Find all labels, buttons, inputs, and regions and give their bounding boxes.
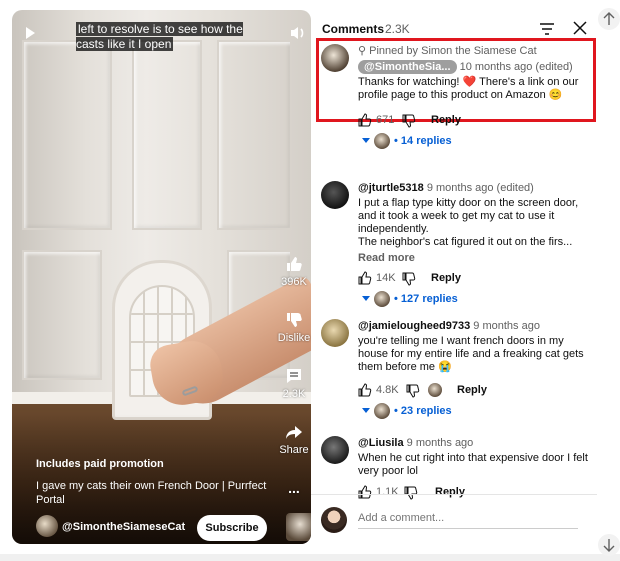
comment-time[interactable]: 9 months ago [473,320,540,332]
avatar[interactable] [321,44,349,72]
like-count: 671 [376,114,395,126]
replies-count: • 23 replies [394,405,452,417]
user-avatar[interactable] [321,507,347,533]
avatar[interactable] [321,319,349,347]
replies-toggle[interactable]: • 127 replies [358,291,588,310]
volume-icon[interactable] [288,23,308,43]
chevron-down-icon [362,138,370,143]
add-comment-input[interactable] [358,507,578,529]
reply-button[interactable]: Reply [457,384,487,396]
comment-text: Thanks for watching! ❤️ There's a link o… [358,76,579,101]
comments-title: Comments [322,22,385,36]
reply-avatar [374,403,390,419]
comment-body: ⚲ Pinned by Simon the Siamese Cat @Simon… [358,44,588,152]
thumbs-up-icon[interactable] [358,383,372,397]
door-panel [22,250,102,380]
arrow-down-icon [603,539,615,552]
comments-panel: Comments 2.3K ⚲ Pinned by Simon the Siam… [311,10,597,544]
share-button[interactable]: Share [270,422,311,456]
paid-promotion-label[interactable]: Includes paid promotion [36,458,164,470]
comment-author[interactable]: @SimontheSia... [358,60,457,74]
comment-body: @jamielougheed9733 9 months ago you're t… [358,319,588,422]
more-icon: ... [288,480,300,496]
comment-body: @jturtle5318 9 months ago (edited) I put… [358,181,588,310]
reply-avatar [374,133,390,149]
pinned-label: ⚲ Pinned by Simon the Siamese Cat [358,45,537,57]
comment-text-continued: The neighbor's cat figured it out on the… [358,236,573,248]
door-panel [217,40,292,230]
comment-time[interactable]: 9 months ago [407,437,474,449]
like-button[interactable]: 396K [270,254,311,288]
avatar[interactable] [321,181,349,209]
video-caption: left to resolve is to see how the casts … [76,22,243,51]
heart-icon: ❤️ [462,76,477,88]
play-icon[interactable] [26,27,35,39]
avatar[interactable] [321,436,349,464]
more-button[interactable]: ... [270,480,311,496]
thumbs-down-icon[interactable] [402,114,416,128]
thumbs-up-icon [287,257,302,271]
comment-author[interactable]: @jamielougheed9733 [358,320,470,332]
replies-count: • 14 replies [394,135,452,147]
replies-count: • 127 replies [394,293,458,305]
thumbs-up-icon[interactable] [358,271,372,285]
door-panel [22,40,112,230]
next-video-button[interactable] [598,534,620,556]
comment-body: @Liusila 9 months ago When he cut right … [358,436,588,502]
reply-button[interactable]: Reply [431,114,461,126]
channel-name[interactable]: @SimontheSiameseCat [62,521,185,533]
previous-video-button[interactable] [598,8,620,30]
read-more-link[interactable]: Read more [358,252,588,264]
share-label: Share [279,444,309,456]
comment-icon [287,369,301,383]
like-count: 14K [376,272,396,284]
creator-heart-avatar [428,383,442,397]
comment-time[interactable]: 9 months ago (edited) [427,182,534,194]
comment-actions: 14K Reply [358,270,588,288]
comment-author[interactable]: @jturtle5318 [358,182,424,194]
chevron-down-icon [362,296,370,301]
channel-avatar[interactable] [36,515,58,537]
share-icon [286,426,302,439]
dislike-button[interactable]: Dislike [270,310,311,344]
sort-icon[interactable] [539,22,555,36]
comment-meta: @Liusila 9 months ago [358,436,588,450]
close-icon[interactable] [572,20,588,36]
arrow-up-icon [603,12,615,25]
add-comment-bar [311,494,597,544]
door-panel [132,40,202,230]
comments-button[interactable]: 2.3K [270,366,311,400]
comment-meta: @SimontheSia... 10 months ago (edited) [358,60,588,74]
video-player[interactable]: left to resolve is to see how the casts … [12,10,311,544]
dislike-label: Dislike [277,332,311,344]
like-count: 396K [281,276,307,288]
like-count: 4.8K [376,384,399,396]
replies-toggle[interactable]: • 23 replies [358,403,588,422]
thumbs-down-icon [287,313,302,327]
replies-toggle[interactable]: • 14 replies [358,133,588,152]
reply-button[interactable]: Reply [431,272,461,284]
thumbs-up-icon[interactable] [358,113,372,127]
comments-count: 2.3K [282,388,306,400]
comments-count-header: 2.3K [385,22,410,36]
sound-thumbnail[interactable] [286,513,311,541]
thumbs-down-icon[interactable] [406,384,420,398]
comment-actions: 671 Reply [358,112,588,130]
shorts-page: left to resolve is to see how the casts … [0,0,620,556]
comment-actions: 4.8K Reply [358,382,588,400]
comment-time[interactable]: 10 months ago (edited) [460,61,573,73]
comment-text: I put a flap type kitty door on the scre… [358,197,579,235]
comment-author[interactable]: @Liusila [358,437,404,449]
comment-meta: @jamielougheed9733 9 months ago [358,319,588,333]
video-title: I gave my cats their own French Door | P… [36,480,267,506]
chevron-down-icon [362,408,370,413]
comment-text: When he cut right into that expensive do… [358,452,588,477]
reply-avatar [374,291,390,307]
thumbs-down-icon[interactable] [402,272,416,286]
subscribe-button[interactable]: Subscribe [197,515,267,541]
comment-text: you're telling me I want french doors in… [358,335,584,373]
channel-row: @SimontheSiameseCat Subscribe [36,513,311,543]
comment-meta: @jturtle5318 9 months ago (edited) [358,181,588,195]
